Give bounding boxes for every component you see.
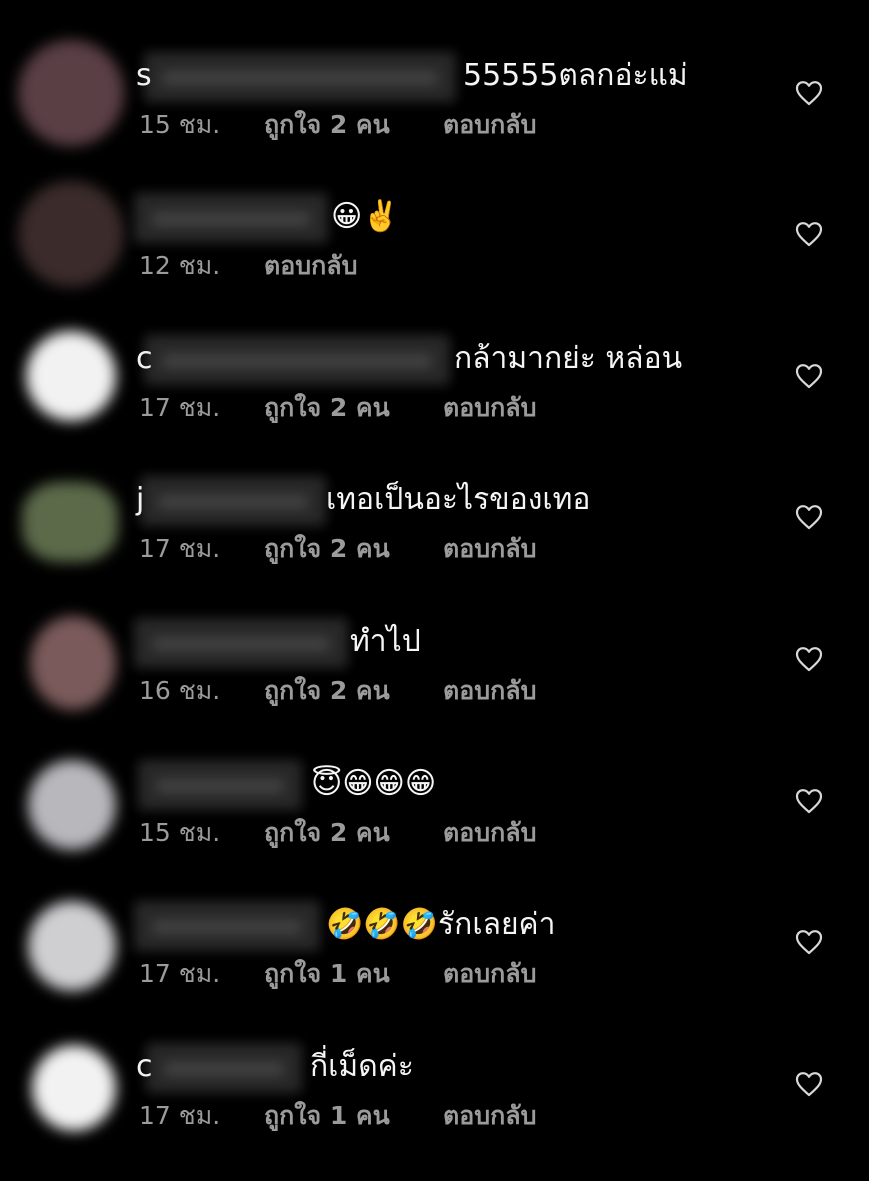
username-blurred[interactable]	[134, 193, 328, 243]
like-count-link[interactable]: ถูกใจ 1 คน	[264, 957, 390, 991]
comment-text: กล้ามากย่ะ หล่อน	[454, 341, 683, 376]
username-blurred[interactable]	[140, 476, 326, 526]
avatar[interactable]	[32, 1045, 116, 1131]
heart-icon[interactable]	[795, 788, 823, 814]
heart-icon[interactable]	[795, 363, 823, 389]
comment-list: s 55555ตลกอ่ะแม่ 15 ชม. ถูกใจ 2 คน ตอบกล…	[0, 0, 869, 1181]
username-initial: c	[136, 341, 153, 376]
comment-item: 😇😁😁😁 15 ชม. ถูกใจ 2 คน ตอบกลับ	[0, 708, 869, 850]
comment-item: 🤣🤣🤣รักเลยค่า 17 ชม. ถูกใจ 1 คน ตอบกลับ	[0, 849, 869, 991]
username-initial: s	[136, 58, 152, 93]
timestamp: 17 ชม.	[139, 1101, 221, 1130]
comment-text: กี่เม็ดค่ะ	[310, 1049, 414, 1084]
avatar[interactable]	[28, 901, 116, 991]
like-count-link[interactable]: ถูกใจ 2 คน	[264, 532, 390, 566]
like-count-link[interactable]: ถูกใจ 2 คน	[264, 108, 390, 142]
heart-icon[interactable]	[795, 1071, 823, 1097]
reply-button[interactable]: ตอบกลับ	[443, 1099, 536, 1133]
timestamp: 12 ชม.	[139, 251, 221, 280]
timestamp: 15 ชม.	[139, 818, 221, 847]
like-count-link[interactable]: ถูกใจ 2 คน	[264, 391, 390, 425]
reply-button[interactable]: ตอบกลับ	[443, 391, 536, 425]
comment-text: เทอเป็นอะไรของเทอ	[326, 482, 591, 517]
comment-text: 55555ตลกอ่ะแม่	[463, 58, 688, 93]
username-blurred[interactable]	[134, 901, 320, 951]
avatar[interactable]	[28, 760, 116, 850]
comment-item: s 55555ตลกอ่ะแม่ 15 ชม. ถูกใจ 2 คน ตอบกล…	[0, 0, 869, 146]
comment-item: c กล้ามากย่ะ หล่อน 17 ชม. ถูกใจ 2 คน ตอบ…	[0, 283, 869, 424]
heart-icon[interactable]	[795, 221, 823, 247]
reply-button[interactable]: ตอบกลับ	[443, 674, 536, 708]
reply-button[interactable]: ตอบกลับ	[443, 532, 536, 566]
like-count-link[interactable]: ถูกใจ 2 คน	[264, 816, 390, 850]
like-count-link[interactable]: ถูกใจ 1 คน	[264, 1099, 390, 1133]
comment-item: ทำไป 16 ชม. ถูกใจ 2 คน ตอบกลับ	[0, 566, 869, 710]
avatar[interactable]	[26, 331, 116, 421]
comment-item: j เทอเป็นอะไรของเทอ 17 ชม. ถูกใจ 2 คน ตอ…	[0, 424, 869, 565]
username-initial: c	[136, 1049, 153, 1084]
heart-icon[interactable]	[795, 646, 823, 672]
comment-text: 😇😁😁😁	[311, 766, 437, 801]
heart-icon[interactable]	[795, 929, 823, 955]
timestamp: 17 ชม.	[139, 534, 221, 563]
timestamp: 16 ชม.	[139, 676, 221, 705]
comment-text: 🤣🤣🤣รักเลยค่า	[326, 907, 556, 942]
like-count-link[interactable]: ถูกใจ 2 คน	[264, 674, 390, 708]
heart-icon[interactable]	[795, 504, 823, 530]
comment-text: ทำไป	[350, 624, 421, 659]
avatar[interactable]	[18, 181, 124, 287]
comment-text: 😀✌️	[331, 199, 400, 234]
username-initial: j	[136, 482, 145, 517]
username-blurred[interactable]	[144, 335, 450, 385]
comment-item: c กี่เม็ดค่ะ 17 ชม. ถูกใจ 1 คน ตอบกลับ	[0, 991, 869, 1132]
timestamp: 17 ชม.	[139, 959, 221, 988]
heart-icon[interactable]	[795, 80, 823, 106]
avatar[interactable]	[30, 616, 116, 710]
avatar[interactable]	[18, 40, 124, 146]
reply-button[interactable]: ตอบกลับ	[264, 249, 357, 283]
username-blurred[interactable]	[138, 760, 302, 810]
username-blurred[interactable]	[134, 618, 348, 668]
avatar[interactable]	[22, 482, 118, 562]
reply-button[interactable]: ตอบกลับ	[443, 816, 536, 850]
username-blurred[interactable]	[146, 1043, 302, 1093]
username-blurred[interactable]	[144, 52, 456, 102]
comment-item: 😀✌️ 12 ชม. ตอบกลับ	[0, 141, 869, 287]
reply-button[interactable]: ตอบกลับ	[443, 957, 536, 991]
timestamp: 15 ชม.	[139, 110, 221, 139]
reply-button[interactable]: ตอบกลับ	[443, 108, 536, 142]
timestamp: 17 ชม.	[139, 393, 221, 422]
